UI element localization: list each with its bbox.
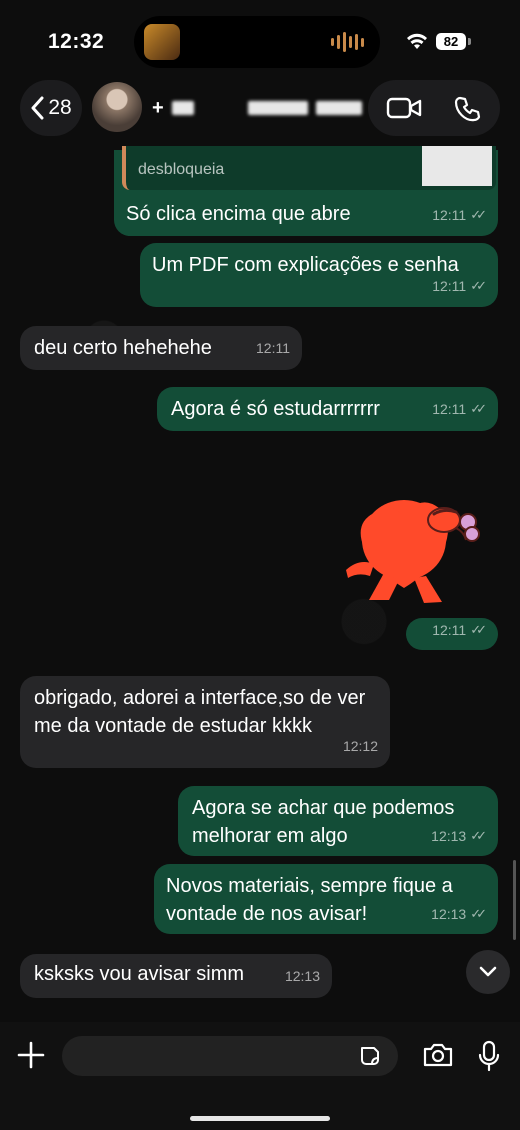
unread-count: 28 <box>48 96 72 119</box>
message-meta: 12:11 ✓✓ <box>432 395 487 423</box>
message-bubble-outgoing[interactable]: Novos materiais, sempre fique a vontade … <box>154 864 498 934</box>
composer-bar <box>0 1022 520 1130</box>
read-receipt-icon: ✓✓ <box>470 278 487 293</box>
home-indicator <box>190 1116 330 1121</box>
read-receipt-icon: ✓✓ <box>470 828 487 843</box>
message-text: deu certo hehehehe <box>34 337 212 359</box>
message-bubble-outgoing[interactable]: Agora se achar que podemos melhorar em a… <box>178 786 498 856</box>
message-bubble-outgoing[interactable]: Agora é só estudarrrrrrr 12:11 ✓✓ <box>157 387 498 431</box>
message-meta: 12:11 ✓✓ <box>432 201 487 229</box>
message-meta: 12:11 <box>256 334 290 362</box>
audio-wave-icon <box>331 32 364 52</box>
message-time: 12:13 <box>431 906 467 922</box>
contact-avatar[interactable] <box>92 82 142 132</box>
message-text: ksksks vou avisar simm <box>34 963 245 985</box>
sticker-icon[interactable] <box>358 1044 382 1068</box>
redacted-name-part <box>247 101 308 115</box>
read-receipt-icon: ✓✓ <box>470 401 487 416</box>
microphone-icon[interactable] <box>478 1040 500 1072</box>
read-receipt-icon: ✓✓ <box>470 622 487 637</box>
dynamic-island[interactable] <box>134 16 380 68</box>
message-bubble-incoming[interactable]: ksksks vou avisar simm 12:13 <box>20 954 332 998</box>
contact-name[interactable]: + <box>152 96 362 120</box>
message-time: 12:12 <box>342 738 378 754</box>
scroll-to-bottom-button[interactable] <box>466 950 510 994</box>
phone-call-icon[interactable] <box>454 95 482 123</box>
message-bubble-incoming[interactable]: obrigado, adorei a interface,so de ver m… <box>20 676 390 768</box>
message-text: Um PDF com explicações e senha <box>152 254 459 276</box>
video-call-icon[interactable] <box>386 96 422 120</box>
message-bubble-incoming[interactable]: deu certo hehehehe 12:11 <box>20 326 302 370</box>
message-meta: 12:11 ✓✓ <box>432 616 487 644</box>
chat-header: 28 + <box>0 78 520 148</box>
message-meta: 12:13 <box>285 962 320 990</box>
redacted-name-part <box>171 101 194 115</box>
battery-tip <box>468 38 471 45</box>
now-playing-artwork <box>144 24 180 60</box>
heart-character-sticker[interactable] <box>344 478 494 608</box>
chevron-down-icon <box>479 966 497 977</box>
message-meta: 12:12 <box>343 732 378 760</box>
message-text: Agora é só estudarrrrrrr <box>171 398 380 420</box>
message-bubble-outgoing[interactable]: Um PDF com explicações e senha 12:11 ✓✓ <box>140 243 498 307</box>
call-buttons <box>368 80 500 136</box>
message-time: 12:11 <box>256 340 290 356</box>
read-receipt-icon: ✓✓ <box>470 906 487 921</box>
wifi-icon <box>407 33 427 49</box>
message-time: 12:11 <box>432 401 467 417</box>
message-bubble-outgoing[interactable]: desbloqueia Só clica encima que abre 12:… <box>114 146 498 236</box>
plus-icon[interactable] <box>16 1040 46 1070</box>
read-receipt-icon: ✓✓ <box>470 207 487 222</box>
message-meta: 12:11 ✓✓ <box>432 272 487 300</box>
chevron-left-icon <box>31 96 44 120</box>
status-bar: 12:32 82 <box>0 0 520 80</box>
message-meta: 12:13 ✓✓ <box>431 900 487 928</box>
scrollbar[interactable] <box>513 860 516 940</box>
camera-icon[interactable] <box>422 1042 454 1068</box>
message-text: Só clica encima que abre <box>126 203 351 225</box>
message-time: 12:11 <box>432 278 467 294</box>
redacted-name-part <box>315 101 362 115</box>
contact-prefix: + <box>152 96 164 119</box>
quoted-text: desbloqueia <box>138 161 225 178</box>
quoted-message[interactable]: desbloqueia <box>122 146 496 190</box>
message-meta: 12:13 ✓✓ <box>431 822 487 850</box>
message-time: 12:11 <box>432 207 467 223</box>
message-time: 12:11 <box>432 622 467 638</box>
message-input[interactable] <box>62 1036 398 1076</box>
message-bubble-outgoing[interactable]: 12:11 ✓✓ <box>406 618 498 650</box>
message-time: 12:13 <box>284 968 320 984</box>
battery-indicator: 82 <box>436 33 466 50</box>
message-text: obrigado, adorei a interface,so de ver m… <box>34 687 366 737</box>
quoted-thumbnail <box>422 146 492 186</box>
message-time: 12:13 <box>431 828 467 844</box>
back-button[interactable]: 28 <box>20 80 82 136</box>
status-time: 12:32 <box>48 30 105 53</box>
